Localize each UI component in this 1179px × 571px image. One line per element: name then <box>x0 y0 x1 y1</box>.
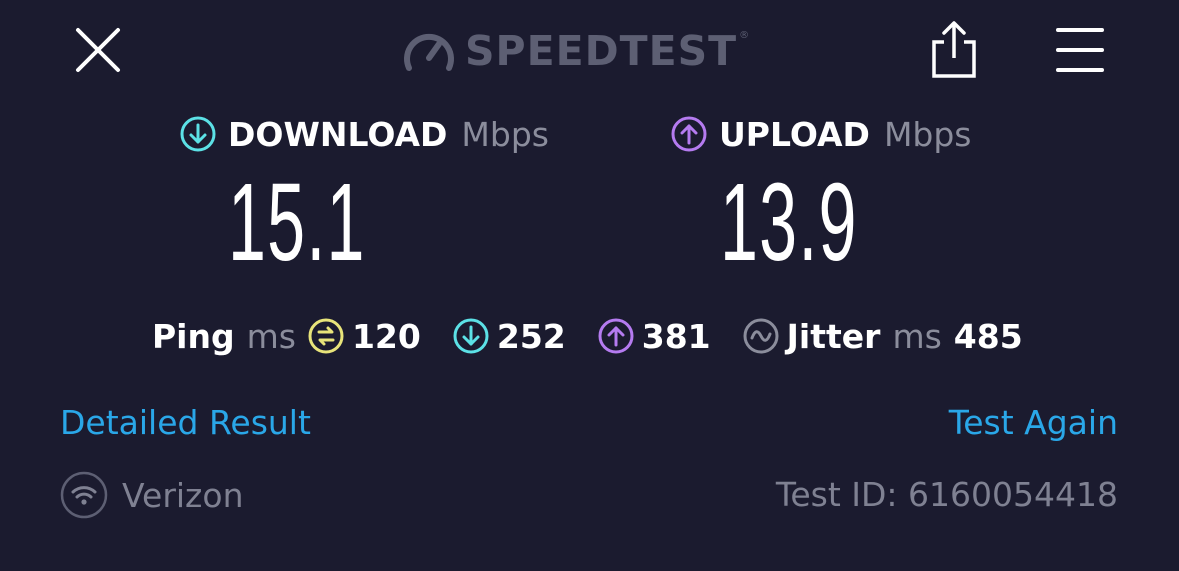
share-button[interactable] <box>926 18 982 80</box>
jitter-value: 485 <box>953 316 1023 356</box>
upload-header: UPLOAD Mbps <box>671 112 972 156</box>
ping-label: Ping <box>152 316 235 356</box>
provider-name: Verizon <box>122 475 244 515</box>
download-arrow-icon <box>180 116 216 152</box>
wifi-icon <box>60 471 108 519</box>
menu-button[interactable] <box>1054 24 1106 76</box>
download-ping-value: 252 <box>496 316 566 356</box>
upload-label: UPLOAD <box>719 114 870 154</box>
upload-ping-value: 381 <box>641 316 711 356</box>
idle-ping-value: 120 <box>351 316 421 356</box>
jitter-label: Jitter <box>786 316 881 356</box>
jitter-icon-wrap <box>743 318 779 354</box>
upload-ping-icon <box>598 318 634 354</box>
download-ping-icon <box>453 318 489 354</box>
logo-trademark: ® <box>739 30 750 41</box>
jitter-icon <box>743 318 779 354</box>
provider-info: Verizon <box>60 470 243 520</box>
download-speed-value: 15.1 <box>228 161 366 284</box>
download-unit: Mbps <box>461 114 549 154</box>
menu-icon <box>1056 28 1104 72</box>
upload-ping-icon-wrap <box>598 318 634 354</box>
logo-text: SPEEDTEST <box>465 26 738 75</box>
detailed-result-link[interactable]: Detailed Result <box>60 403 311 443</box>
test-again-link[interactable]: Test Again <box>949 403 1118 443</box>
speedtest-logo: SPEEDTEST ® <box>403 24 749 78</box>
idle-ping-icon-wrap <box>308 318 344 354</box>
upload-speed-value: 13.9 <box>720 161 858 284</box>
download-header: DOWNLOAD Mbps <box>180 112 549 156</box>
idle-ping-icon <box>308 318 344 354</box>
share-icon <box>932 21 976 78</box>
speedometer-icon <box>404 33 454 71</box>
close-button[interactable] <box>70 22 126 78</box>
close-icon <box>76 28 120 72</box>
latency-row: Ping ms 120 252 381 Jitter ms 485 <box>152 314 1023 358</box>
jitter-unit: ms <box>892 316 942 356</box>
ping-unit: ms <box>246 316 296 356</box>
download-label: DOWNLOAD <box>228 114 448 154</box>
download-ping-icon-wrap <box>453 318 489 354</box>
upload-unit: Mbps <box>883 114 972 154</box>
test-id: Test ID: 6160054418 <box>775 475 1118 514</box>
upload-arrow-icon <box>671 116 707 152</box>
